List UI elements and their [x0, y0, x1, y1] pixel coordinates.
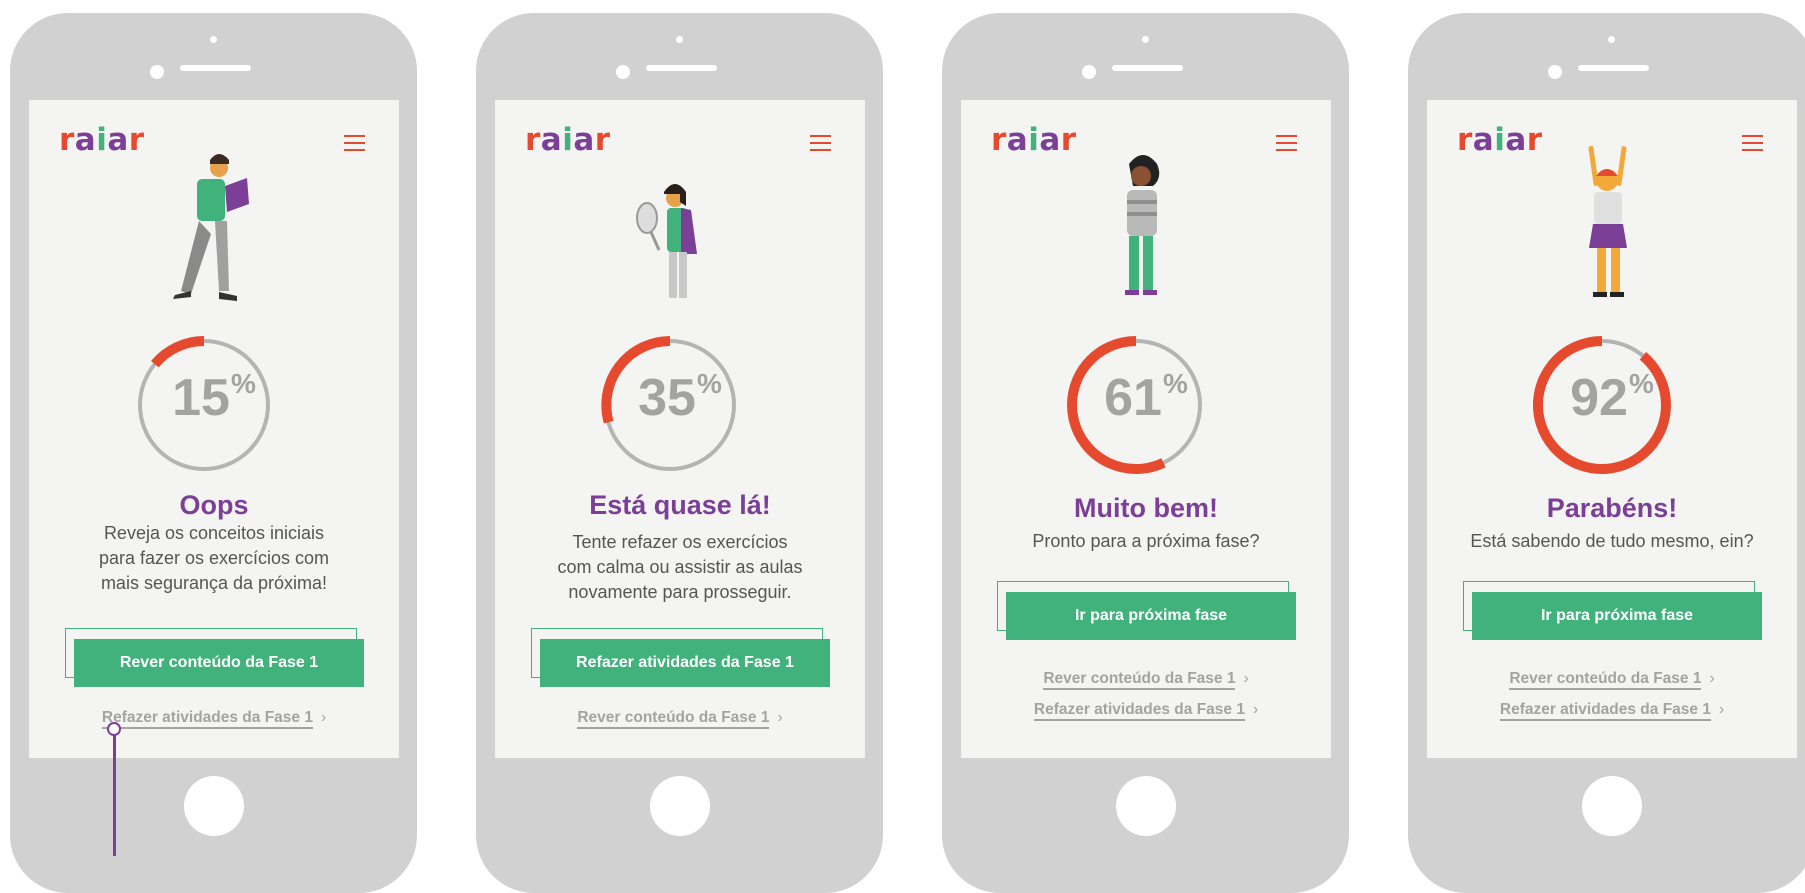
redo-activities-link[interactable]: Refazer atividades da Fase 1 ›	[29, 709, 399, 729]
primary-button-wrap: Ir para próxima fase	[1463, 581, 1763, 641]
speaker-grille	[1578, 65, 1649, 71]
speaker-grille	[1112, 65, 1183, 71]
front-camera	[1082, 65, 1096, 79]
home-button	[650, 776, 710, 836]
primary-button-wrap: Rever conteúdo da Fase 1	[65, 628, 365, 688]
annotation-line	[113, 730, 116, 856]
phone-mockup-4: raiar 92% Parabéns! Está sabendo de tudo…	[1408, 13, 1805, 893]
redo-activities-button[interactable]: Refazer atividades da Fase 1	[540, 639, 830, 687]
result-screen-92: raiar 92% Parabéns! Está sabendo de tudo…	[1427, 100, 1797, 758]
speaker-grille	[646, 65, 717, 71]
redo-activities-link[interactable]: Refazer atividades da Fase 1 ›	[961, 701, 1331, 721]
next-phase-button[interactable]: Ir para próxima fase	[1006, 592, 1296, 640]
next-phase-button[interactable]: Ir para próxima fase	[1472, 592, 1762, 640]
percentage-score: 35%	[638, 368, 722, 427]
magnifier-student-illustration	[636, 184, 697, 298]
result-screen-15: raiar 15% Oops Reveja os conceitos inici…	[29, 100, 399, 758]
result-screen-61: raiar 61% Muito bem! Pronto para a próxi…	[961, 100, 1331, 758]
review-content-link[interactable]: Rever conteúdo da Fase 1 ›	[961, 670, 1331, 690]
confident-student-illustration	[1125, 155, 1160, 295]
result-title: Muito bem!	[1074, 493, 1218, 523]
camera-dot	[676, 36, 683, 43]
review-content-link[interactable]: Rever conteúdo da Fase 1 ›	[1427, 670, 1797, 690]
primary-button-wrap: Ir para próxima fase	[997, 581, 1297, 641]
chevron-right-icon: ›	[1718, 701, 1725, 718]
chevron-right-icon: ›	[320, 709, 327, 726]
home-button	[1582, 776, 1642, 836]
result-description: Tente refazer os exercícios com calma ou …	[557, 532, 803, 602]
phone-mockup-2: raiar 35% Está quase lá! Tente refazer o…	[476, 13, 883, 893]
result-title: Oops	[179, 490, 249, 520]
front-camera	[1548, 65, 1562, 79]
result-title: Está quase lá!	[589, 490, 771, 520]
review-content-link[interactable]: Rever conteúdo da Fase 1 ›	[495, 709, 865, 729]
percentage-score: 61%	[1104, 368, 1188, 427]
home-button	[184, 776, 244, 836]
camera-dot	[1142, 36, 1149, 43]
camera-dot	[210, 36, 217, 43]
chevron-right-icon: ›	[1243, 670, 1249, 687]
chevron-right-icon: ›	[777, 709, 783, 726]
home-button	[1116, 776, 1176, 836]
reading-student-illustration	[173, 154, 249, 301]
primary-button-wrap: Refazer atividades da Fase 1	[531, 628, 831, 688]
front-camera	[150, 65, 164, 79]
redo-activities-link[interactable]: Refazer atividades da Fase 1 ›	[1427, 701, 1797, 721]
chevron-right-icon: ›	[1252, 701, 1259, 718]
phone-mockup-3: raiar 61% Muito bem! Pronto para a próxi…	[942, 13, 1349, 893]
phone-mockup-1: raiar 15% Oops Reveja os conceitos inici…	[10, 13, 417, 893]
chevron-right-icon: ›	[1709, 670, 1715, 687]
review-content-button[interactable]: Rever conteúdo da Fase 1	[74, 639, 364, 687]
celebrating-student-illustration	[1588, 146, 1627, 297]
camera-dot	[1608, 36, 1615, 43]
annotation-pin	[107, 722, 121, 736]
percentage-score: 15%	[172, 368, 256, 427]
result-description: Reveja os conceitos iniciais para fazer o…	[98, 523, 330, 593]
result-description: Está sabendo de tudo mesmo, ein?	[1470, 531, 1754, 551]
percentage-score: 92%	[1570, 368, 1654, 427]
result-title: Parabéns!	[1546, 493, 1678, 523]
speaker-grille	[180, 65, 251, 71]
result-description: Pronto para a próxima fase?	[1032, 531, 1260, 551]
front-camera	[616, 65, 630, 79]
result-screen-35: raiar 35% Está quase lá! Tente refazer o…	[495, 100, 865, 758]
